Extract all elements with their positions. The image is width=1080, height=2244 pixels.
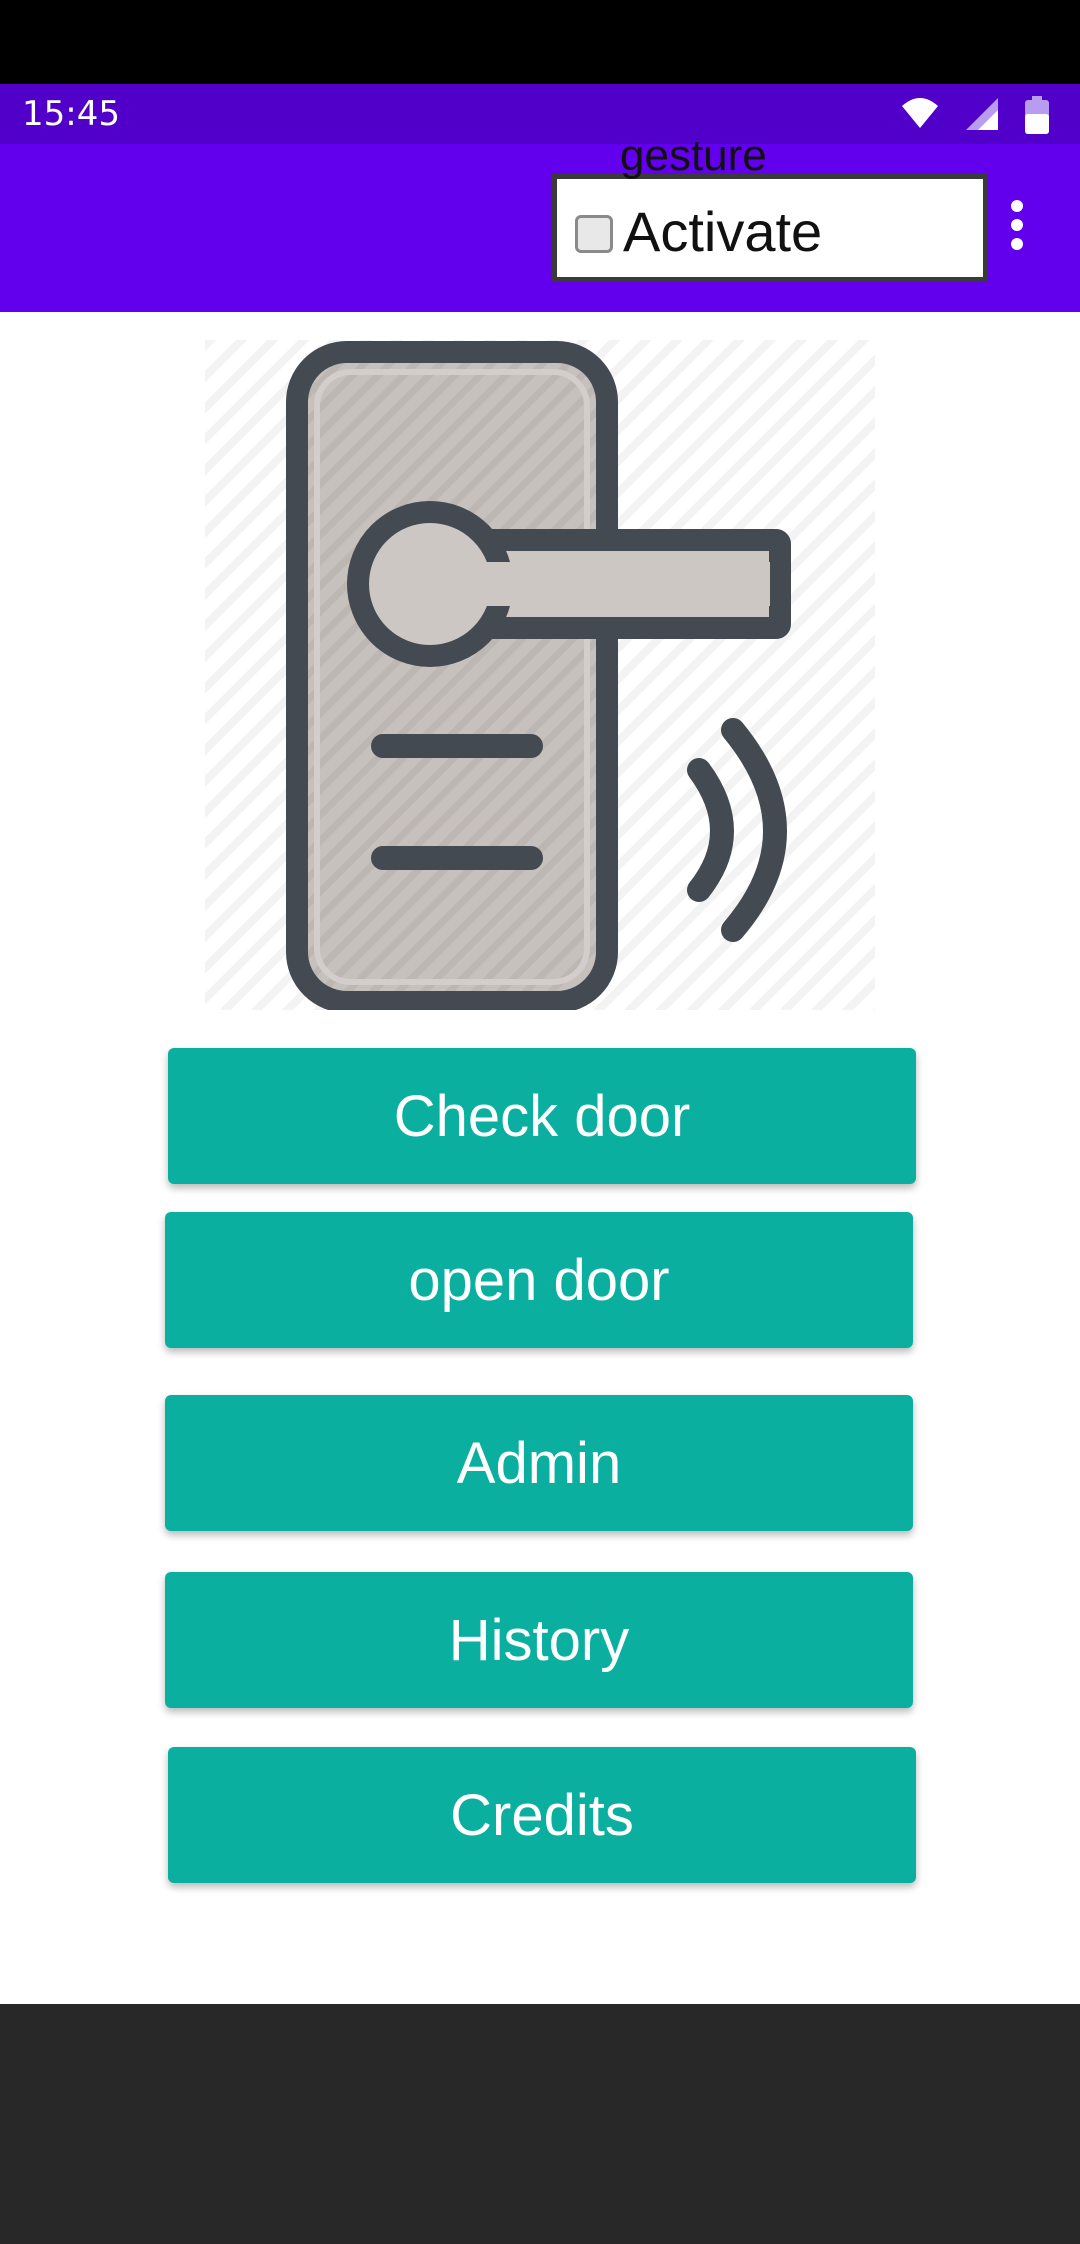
gesture-label: Activate (623, 200, 823, 263)
main-content: Check door open door Admin History Credi… (0, 312, 1080, 2004)
activate-gesture-checkbox[interactable]: Activate (552, 174, 988, 282)
navigation-bar (0, 2004, 1080, 2244)
top-notch-area (0, 0, 1080, 84)
admin-button[interactable]: Admin (165, 1395, 913, 1531)
battery-icon (1024, 96, 1050, 139)
gesture-label-overflow: gesture (620, 131, 767, 180)
status-time: 15:45 (22, 94, 120, 134)
open-door-button[interactable]: open door (165, 1212, 913, 1348)
more-vert-icon (1000, 200, 1034, 250)
check-door-button[interactable]: Check door (168, 1048, 916, 1184)
app-bar: Activate (0, 144, 1080, 312)
credits-button[interactable]: Credits (168, 1747, 916, 1883)
history-button[interactable]: History (165, 1572, 913, 1708)
overflow-menu-button[interactable] (1000, 196, 1034, 260)
signal-icon (964, 96, 1000, 137)
smart-door-lock-icon (205, 340, 875, 1013)
wifi-icon (900, 96, 940, 135)
status-bar: 15:45 (0, 84, 1080, 144)
checkbox-icon[interactable] (575, 215, 613, 253)
